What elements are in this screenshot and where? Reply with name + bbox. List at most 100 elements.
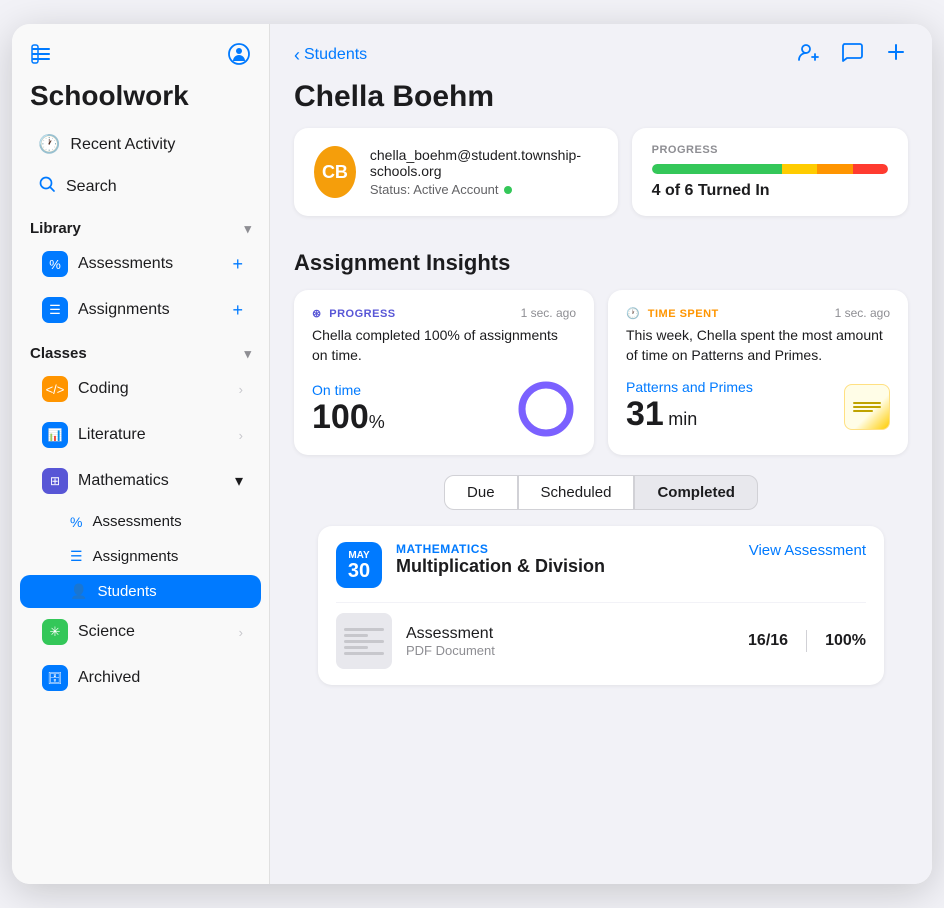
sidebar-item-science[interactable]: ✳ Science › [20,610,261,654]
score-percent: 100% [825,632,866,650]
assignment-card: MAY 30 MATHEMATICS Multiplication & Divi… [318,526,884,685]
progress-bar-red [853,164,888,174]
profile-button[interactable] [227,42,251,72]
sidebar-sub-item-math-assessments[interactable]: % Assessments [20,505,261,538]
sidebar-sub-item-math-assignments[interactable]: ☰ Assignments [20,540,261,573]
library-label: Library [30,220,81,237]
sidebar-item-recent-activity[interactable]: 🕐 Recent Activity [20,125,261,164]
progress-label: PROGRESS [652,144,888,156]
view-assessment-button[interactable]: View Assessment [749,542,866,559]
literature-chevron-icon: › [239,428,243,443]
filter-scheduled-button[interactable]: Scheduled [518,475,635,510]
app-title: Schoolwork [12,80,269,124]
insight-progress-desc: Chella completed 100% of assignments on … [312,326,576,365]
assignment-item-row: Assessment PDF Document 16/16 100% [336,602,866,669]
sidebar-item-assignments[interactable]: ☰ Assignments + [20,288,261,332]
sidebar-item-coding[interactable]: </> Coding › [20,367,261,411]
sidebar-top-bar [12,24,269,80]
sidebar-sub-item-math-students[interactable]: 👤 Students [20,575,261,608]
assignment-section: MAY 30 MATHEMATICS Multiplication & Divi… [294,526,908,685]
assessments-label: Assessments [78,255,173,273]
insights-title: Assignment Insights [294,250,908,276]
insight-time-metric: Patterns and Primes 31 min [626,379,890,434]
math-assignments-label: Assignments [93,548,179,565]
progress-icon: ⊛ [312,308,322,320]
sidebar-toggle-button[interactable] [30,43,52,71]
clock-icon: 🕐 [38,134,60,155]
assignment-item-score: 16/16 100% [748,630,866,652]
assignment-title: Multiplication & Division [396,556,749,577]
library-section-header[interactable]: Library ▾ [12,208,269,241]
library-chevron-icon: ▾ [244,221,251,237]
insight-time-desc: This week, Chella spent the most amount … [626,326,890,365]
sidebar-item-label: Recent Activity [70,136,175,154]
math-assessments-icon: % [70,514,82,530]
insights-section: Assignment Insights ⊛ PROGRESS 1 sec. ag… [270,250,932,685]
insight-card-progress: ⊛ PROGRESS 1 sec. ago Chella completed 1… [294,290,594,455]
add-button[interactable] [884,40,908,70]
student-info-text: chella_boehm@student.township-schools.or… [370,147,598,197]
score-fraction: 16/16 [748,632,788,650]
assignment-card-header: MAY 30 MATHEMATICS Multiplication & Divi… [336,542,866,588]
student-info-card: CB chella_boehm@student.township-schools… [294,128,618,216]
archived-label: Archived [78,669,140,687]
progress-bar-orange [817,164,852,174]
main-topbar: ‹ Students [270,24,932,80]
insight-time-timestamp: 1 sec. ago [835,306,890,320]
progress-bar [652,164,888,174]
time-icon: 🕐 [626,308,640,320]
insight-card-time: 🕐 TIME SPENT 1 sec. ago This week, Chell… [608,290,908,455]
filter-due-button[interactable]: Due [444,475,518,510]
assignment-item-meta: Assessment PDF Document [406,625,734,658]
sidebar-item-literature[interactable]: 📊 Literature › [20,413,261,457]
insight-progress-type: ⊛ PROGRESS [312,307,396,320]
science-chevron-icon: › [239,625,243,640]
coding-label: Coding [78,380,129,398]
assignment-class: MATHEMATICS [396,542,749,556]
literature-icon: 📊 [42,422,68,448]
sidebar-item-mathematics[interactable]: ⊞ Mathematics ▾ [20,459,261,503]
main-content: ‹ Students [270,24,932,884]
badge-day: 30 [348,561,370,581]
add-student-button[interactable] [796,40,820,70]
search-icon [38,175,56,198]
add-assignment-button[interactable]: + [232,300,243,321]
insight-progress-unit: % [369,412,385,432]
status-dot [504,186,512,194]
filter-bar: Due Scheduled Completed [294,475,908,510]
note-icon [844,384,890,430]
sidebar-item-assessments[interactable]: % Assessments + [20,242,261,286]
literature-label: Literature [78,426,146,444]
classes-chevron-icon: ▾ [244,346,251,362]
breadcrumb-label: Students [304,46,367,64]
science-icon: ✳ [42,619,68,645]
sidebar-item-label: Search [66,178,117,196]
student-header: Chella Boehm CB chella_boehm@student.tow… [270,80,932,250]
progress-bar-yellow [782,164,817,174]
coding-chevron-icon: › [239,382,243,397]
sidebar-item-search[interactable]: Search [20,166,261,207]
assignments-label: Assignments [78,301,170,319]
math-students-icon: 👤 [70,583,87,600]
mathematics-chevron-icon: ▾ [235,471,243,491]
sidebar-item-archived[interactable]: 🗄 Archived [20,656,261,700]
message-button[interactable] [840,40,864,70]
student-name: Chella Boehm [294,80,908,114]
assignment-item-type: PDF Document [406,643,734,658]
insight-time-subject: Patterns and Primes [626,379,753,395]
add-assessment-button[interactable]: + [232,254,243,275]
sidebar: Schoolwork 🕐 Recent Activity Search Libr… [12,24,270,884]
insight-progress-metric-label: On time [312,382,385,398]
classes-section-header[interactable]: Classes ▾ [12,333,269,366]
breadcrumb[interactable]: ‹ Students [294,45,367,66]
insight-progress-value: 100 [312,398,369,436]
progress-bar-green [652,164,782,174]
student-cards: CB chella_boehm@student.township-schools… [294,128,908,216]
assignment-thumbnail [336,613,392,669]
student-avatar: CB [314,146,356,198]
filter-completed-button[interactable]: Completed [634,475,758,510]
assignment-date-badge: MAY 30 [336,542,382,588]
doc-icon: ☰ [42,297,68,323]
insight-time-value: 31 [626,395,664,433]
progress-count: 4 of 6 Turned In [652,182,888,200]
